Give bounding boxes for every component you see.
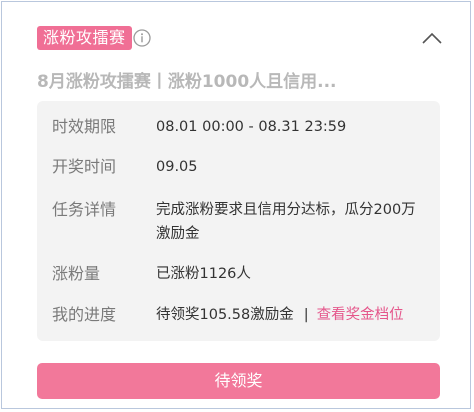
claim-reward-button[interactable]: 待领奖 <box>37 363 440 399</box>
period-value: 08.01 00:00 - 08.31 23:59 <box>156 119 347 135</box>
details-panel: 时效期限 08.01 00:00 - 08.31 23:59 开奖时间 09.0… <box>37 101 440 341</box>
period-label: 时效期限 <box>52 117 117 136</box>
progress-separator: | <box>303 307 309 323</box>
contest-badge: 涨粉攻擂赛 <box>37 26 132 50</box>
chevron-up-icon[interactable] <box>421 31 443 45</box>
progress-label: 我的进度 <box>52 305 117 324</box>
progress-value-group: 待领奖105.58激励金 | 查看奖金档位 <box>156 303 426 327</box>
fans-value: 已涨粉1126人 <box>156 266 251 282</box>
task-detail-value: 完成涨粉要求且信用分达标，瓜分200万激励金 <box>156 202 416 242</box>
progress-value: 待领奖105.58激励金 <box>156 307 294 323</box>
view-reward-tiers-link[interactable]: 查看奖金档位 <box>317 307 404 323</box>
draw-time-value: 09.05 <box>156 159 198 175</box>
task-detail-label: 任务详情 <box>52 200 117 219</box>
fans-label: 涨粉量 <box>52 264 101 283</box>
task-title: 8月涨粉攻擂赛丨涨粉1000人且信用... <box>37 72 337 92</box>
draw-time-label: 开奖时间 <box>52 157 117 176</box>
task-card: 涨粉攻擂赛 8月涨粉攻擂赛丨涨粉1000人且信用... 时效期限 08.01 0… <box>1 1 471 409</box>
info-circle-icon[interactable] <box>133 29 151 47</box>
